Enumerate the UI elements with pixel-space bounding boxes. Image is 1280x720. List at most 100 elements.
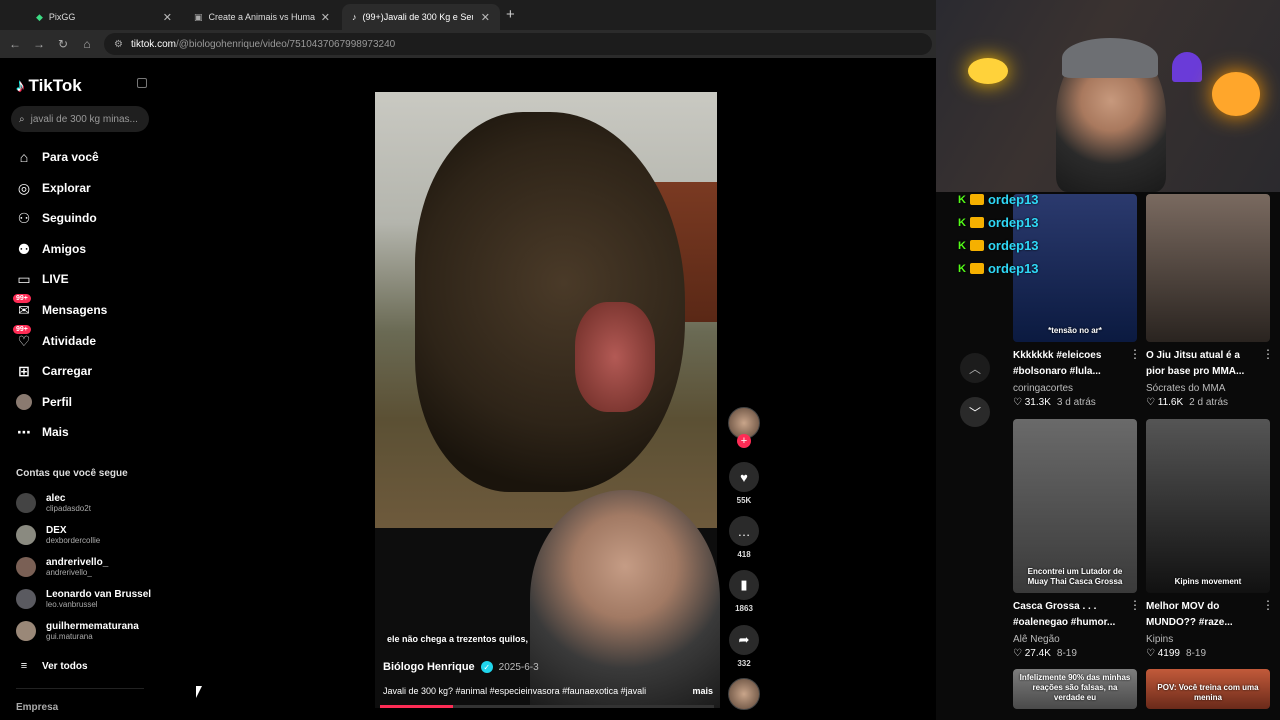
- recommendation-title[interactable]: Casca Grossa . . . #oalenegao #humor...: [1013, 599, 1125, 631]
- nav-label: Seguindo: [42, 211, 97, 225]
- kick-badge-icon: K: [958, 239, 966, 252]
- page-favicon-icon: ▣: [194, 11, 203, 22]
- more-button[interactable]: mais: [692, 686, 713, 696]
- chat-message: Kordep13: [958, 261, 1039, 276]
- video-thumbnail[interactable]: Infelizmente 90% das minhas reações são …: [1013, 669, 1137, 709]
- following-account[interactable]: alec clipadasdo2t: [16, 493, 91, 513]
- share-button[interactable]: ➦ 332: [728, 625, 760, 668]
- video-description: Javali de 300 kg? #animal #especieinvaso…: [383, 686, 713, 696]
- next-video-button[interactable]: ﹀: [960, 397, 990, 427]
- follow-plus-icon[interactable]: +: [737, 434, 751, 448]
- heart-decoration: [1172, 52, 1202, 82]
- search-placeholder: javali de 300 kg minas...: [30, 113, 138, 125]
- nav-seguindo[interactable]: ⚇ Seguindo: [16, 210, 97, 226]
- browser-tab-create[interactable]: ▣ Create a Animais vs Humanos T ✕: [184, 4, 340, 30]
- recommendation-author[interactable]: coringacortes: [1013, 383, 1073, 394]
- new-tab-button[interactable]: +: [506, 6, 515, 23]
- browser-tab-pixgg[interactable]: ◆ PixGG ✕: [26, 4, 182, 30]
- video-thumbnail[interactable]: Kipins movement: [1146, 419, 1270, 593]
- forward-arrow-icon[interactable]: →: [27, 37, 51, 51]
- following-account[interactable]: andrerivello_ andrerivello_: [16, 557, 108, 577]
- browser-tab-tiktok[interactable]: ♪ (99+)Javali de 300 Kg e Seu Im ✕: [342, 4, 500, 30]
- video-progress-bar[interactable]: [380, 705, 714, 708]
- chevron-up-icon: ︿: [968, 361, 981, 376]
- chat-message: Kordep13: [958, 192, 1039, 207]
- account-name: guilhermematurana: [46, 621, 139, 632]
- video-thumbnail[interactable]: Encontrei um Lutador de Muay Thai Casca …: [1013, 419, 1137, 593]
- nav-live[interactable]: ▭ LIVE: [16, 271, 68, 287]
- heart-outline-icon: ♡: [1146, 648, 1155, 659]
- video-subtitle: ele não chega a trezentos quilos,: [387, 634, 529, 644]
- following-account[interactable]: DEX dexbordercollie: [16, 525, 100, 545]
- like-button[interactable]: ♥ 55K: [728, 462, 760, 505]
- account-name: andrerivello_: [46, 557, 109, 568]
- tiktok-logo[interactable]: ♪ TikTok: [16, 76, 82, 96]
- recommendation-author[interactable]: Alê Negão: [1013, 634, 1060, 645]
- video-thumbnail[interactable]: [1146, 194, 1270, 342]
- save-button[interactable]: ▮ 1863: [728, 570, 760, 613]
- reload-icon[interactable]: ↻: [51, 37, 75, 51]
- sound-avatar-button[interactable]: [728, 678, 760, 710]
- more-options-icon[interactable]: ⋮: [1129, 347, 1141, 361]
- close-tab-icon[interactable]: ✕: [321, 11, 330, 24]
- activity-icon: ♡ 99+: [13, 325, 32, 349]
- recommendation-title[interactable]: O Jiu Jitsu atual é a pior base pro MMA.…: [1146, 348, 1258, 380]
- nav-mais[interactable]: ⋯ Mais: [16, 424, 69, 440]
- post-date: 3 d atrás: [1056, 397, 1096, 408]
- nav-explorar[interactable]: ◎ Explorar: [16, 180, 91, 196]
- video-author-name[interactable]: Biólogo Henrique: [383, 661, 475, 673]
- following-icon: ⚇: [17, 209, 31, 226]
- recommendation-title[interactable]: Kkkkkkk #eleicoes #bolsonaro #lula...: [1013, 348, 1125, 380]
- see-all-button[interactable]: ≡ Ver todos: [16, 658, 88, 674]
- chat-username: ordep13: [987, 261, 1039, 276]
- nav-label: Atividade: [42, 334, 97, 348]
- nav-atividade[interactable]: ♡ 99+ Atividade: [13, 325, 97, 349]
- footer-empresa-link[interactable]: Empresa: [16, 702, 58, 713]
- previous-video-button[interactable]: ︿: [960, 353, 990, 383]
- profile-icon: [16, 394, 32, 410]
- more-options-icon[interactable]: ⋮: [1262, 598, 1274, 612]
- thumbnail-text: *tensão no ar*: [1048, 326, 1102, 335]
- recommendation-author[interactable]: Kipins: [1146, 634, 1173, 645]
- nav-carregar[interactable]: ⊞ Carregar: [16, 363, 92, 379]
- nav-label: Carregar: [42, 364, 93, 378]
- list-icon: ≡: [20, 660, 28, 672]
- collapse-sidebar-icon[interactable]: [137, 78, 147, 88]
- recommendation-author[interactable]: Sócrates do MMA: [1146, 383, 1225, 394]
- streamer-webcam: [936, 0, 1280, 192]
- nav-para-voce[interactable]: ⌂ Para você: [16, 149, 99, 165]
- more-options-icon[interactable]: ⋮: [1262, 347, 1274, 361]
- recommendation-title[interactable]: Melhor MOV do MUNDO?? #raze...: [1146, 599, 1258, 631]
- account-handle: andrerivello_: [46, 568, 92, 577]
- account-handle: leo.vanbrussel: [46, 600, 98, 609]
- nav-label: Mais: [42, 425, 69, 439]
- heart-outline-icon: ♡: [1146, 397, 1155, 408]
- chat-message: Kordep13: [958, 238, 1039, 253]
- nav-mensagens[interactable]: ✉ 99+ Mensagens: [13, 294, 107, 318]
- nav-label: Amigos: [42, 242, 87, 256]
- avatar: [16, 589, 36, 609]
- url-field[interactable]: ⚙ tiktok.com/@biologohenrique/video/7510…: [104, 33, 932, 55]
- following-account[interactable]: guilhermematurana gui.maturana: [16, 621, 139, 641]
- back-arrow-icon[interactable]: ←: [3, 37, 27, 51]
- video-player[interactable]: [375, 92, 717, 528]
- more-options-icon[interactable]: ⋮: [1129, 598, 1141, 612]
- divider: [16, 688, 144, 689]
- nav-perfil[interactable]: Perfil: [16, 394, 72, 410]
- following-account[interactable]: Leonardo van Brussel leo.vanbrussel: [16, 589, 151, 609]
- video-author-row[interactable]: Biólogo Henrique ✓ 2025-6-3: [383, 661, 539, 673]
- heart-outline-icon: ♡: [1013, 397, 1022, 408]
- close-tab-icon[interactable]: ✕: [481, 11, 490, 24]
- nav-amigos[interactable]: ⚉ Amigos: [16, 241, 86, 257]
- home-button-icon[interactable]: ⌂: [75, 37, 99, 51]
- url-path: /@biologohenrique/video/7510437067998973…: [175, 38, 396, 50]
- verified-badge-icon: ✓: [480, 661, 493, 673]
- close-tab-icon[interactable]: ✕: [163, 11, 172, 24]
- comment-count: 418: [737, 550, 751, 559]
- chat-username: ordep13: [987, 215, 1039, 230]
- site-info-icon[interactable]: ⚙: [114, 39, 123, 50]
- comment-button[interactable]: … 418: [728, 516, 760, 559]
- recommendation-stats: ♡ 31.3K 3 d atrás: [1013, 397, 1096, 408]
- video-thumbnail[interactable]: POV: Você treina com uma menina: [1146, 669, 1270, 709]
- search-input[interactable]: ⌕ javali de 300 kg minas...: [11, 106, 149, 132]
